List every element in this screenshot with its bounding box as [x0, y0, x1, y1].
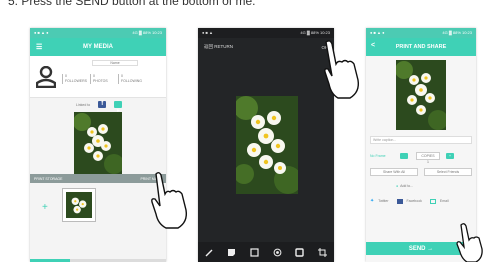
- stat-photos[interactable]: 0 PHOTOS: [90, 74, 114, 84]
- stat-followers[interactable]: 0 FOLLOWERS: [62, 74, 87, 84]
- status-right: 4G ▓ 88% 10:23: [300, 30, 330, 35]
- twitter-icon[interactable]: ✦: [370, 198, 374, 204]
- menu-icon[interactable]: ☰: [36, 43, 42, 51]
- pointing-hand-icon: [151, 172, 188, 229]
- email-icon[interactable]: [429, 198, 436, 204]
- facebook-icon[interactable]: f: [98, 101, 107, 108]
- person-icon[interactable]: [36, 66, 56, 88]
- edit-header: 返回 RETURN OK: [198, 38, 334, 56]
- status-bar: ● ■ ▲ ● 4G ▓ 88% 10:23: [30, 28, 166, 38]
- location-label[interactable]: Add to...: [400, 184, 413, 188]
- location-row: ● Add to...: [370, 184, 472, 188]
- return-button[interactable]: 返回 RETURN: [204, 44, 233, 50]
- profile-name[interactable]: Name: [92, 60, 138, 66]
- selected-photo[interactable]: [74, 112, 122, 174]
- frame-toggle[interactable]: [400, 153, 408, 159]
- stat-following[interactable]: 0 FOLLOWING: [118, 74, 142, 84]
- back-arrow-icon[interactable]: <: [371, 42, 375, 49]
- twitter-label[interactable]: Twitter: [378, 199, 388, 203]
- status-right: 4G ▓ 88% 10:23: [442, 30, 472, 35]
- copies-selector[interactable]: COPIES 1: [415, 152, 440, 164]
- pencil-icon[interactable]: [205, 248, 214, 257]
- phone-edit: ● ■ ▲ 4G ▓ 88% 10:23 返回 RETURN OK: [198, 28, 334, 262]
- pointing-hand-icon: [456, 223, 483, 262]
- status-bar: ● ■ ▲ 4G ▓ 88% 10:23: [198, 28, 334, 38]
- filter-icon[interactable]: [273, 248, 282, 257]
- copies-add-button[interactable]: +: [445, 153, 454, 159]
- share-row: Share With All Select Friends: [370, 168, 472, 176]
- photo-thumbnail[interactable]: [62, 188, 96, 222]
- video-icon[interactable]: [114, 101, 123, 112]
- instruction-text: 5. Press the SEND button at the bottom o…: [8, 0, 256, 8]
- link-label: Linked to: [76, 102, 91, 107]
- edit-toolbar: [198, 242, 334, 262]
- app-header: ☰ MY MEDIA: [30, 38, 166, 56]
- caption-input[interactable]: Write caption...: [370, 136, 472, 144]
- add-photo-button[interactable]: +: [42, 202, 48, 213]
- share-photo: [396, 60, 446, 130]
- pointing-hand-icon: [324, 40, 360, 99]
- frame-icon[interactable]: [250, 247, 259, 257]
- sticker-icon[interactable]: [227, 248, 236, 257]
- email-label[interactable]: Email: [440, 199, 449, 203]
- status-right: 4G ▓ 88% 10:23: [132, 30, 162, 35]
- profile-stats: 0 FOLLOWERS 0 PHOTOS 0 FOLLOWING: [62, 74, 142, 84]
- share-with-all-button[interactable]: Share With All: [370, 168, 418, 176]
- page-title: PRINT AND SHARE: [395, 44, 447, 50]
- status-left: ● ■ ▲: [202, 30, 214, 35]
- select-friends-button[interactable]: Select Friends: [424, 168, 472, 176]
- social-row: ✦ Twitter Facebook Email: [370, 198, 472, 204]
- app-header: < PRINT AND SHARE: [366, 38, 476, 56]
- edit-photo: [236, 96, 298, 194]
- facebook-icon[interactable]: [396, 198, 403, 204]
- print-storage-button[interactable]: PRINT STORAGE: [34, 177, 62, 181]
- facebook-label[interactable]: Facebook: [407, 199, 422, 203]
- link-row: Linked to f: [76, 101, 123, 112]
- frame-option-label[interactable]: No Frame: [370, 154, 398, 158]
- adjust-icon[interactable]: [295, 247, 305, 257]
- print-options-row: No Frame COPIES 1 +: [370, 152, 472, 164]
- status-left: ● ■ ▲ ●: [370, 30, 385, 35]
- crop-icon[interactable]: [318, 247, 328, 257]
- status-bar: ● ■ ▲ ● 4G ▓ 88% 10:23: [366, 28, 476, 38]
- status-left: ● ■ ▲ ●: [34, 30, 49, 35]
- page: 5. Press the SEND button at the bottom o…: [0, 0, 487, 262]
- page-title: MY MEDIA: [83, 44, 113, 50]
- location-pin-icon: ●: [396, 184, 399, 188]
- profile-panel: Name 0 FOLLOWERS 0 PHOTOS 0 FOLLOWING: [30, 56, 166, 98]
